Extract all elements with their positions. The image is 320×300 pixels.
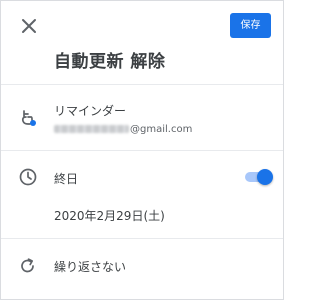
all-day-toggle[interactable] [245, 168, 273, 186]
repeat-icon [18, 256, 38, 276]
divider [1, 238, 283, 239]
save-button[interactable]: 保存 [230, 13, 271, 38]
divider [1, 84, 283, 85]
divider [1, 150, 283, 151]
close-button[interactable] [18, 15, 40, 37]
reminder-edit-dialog: 保存 自動更新 解除 リマインダー @gmail.com 終日 2020年2月2… [0, 0, 284, 300]
reminder-hand-icon [18, 108, 38, 128]
repeat-setting[interactable]: 繰り返さない [54, 258, 126, 275]
reminder-label: リマインダー [54, 104, 127, 118]
page-title: 自動更新 解除 [54, 52, 166, 72]
all-day-label: 終日 [54, 172, 79, 186]
event-date[interactable]: 2020年2月29日(土) [54, 207, 165, 224]
close-icon [22, 19, 36, 33]
toggle-thumb [257, 169, 273, 185]
redacted-email-mask [54, 125, 129, 133]
reminder-account-email: @gmail.com [54, 122, 192, 136]
email-domain: @gmail.com [130, 123, 193, 135]
clock-icon [18, 167, 38, 187]
